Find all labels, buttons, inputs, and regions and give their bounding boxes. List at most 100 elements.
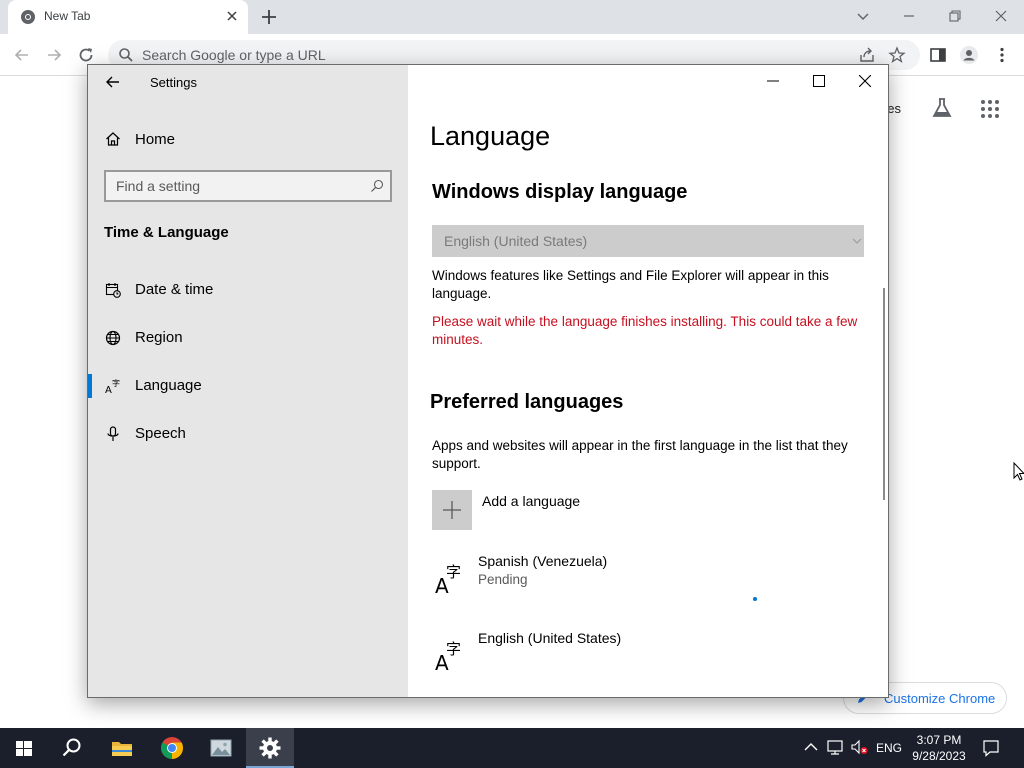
language-icon: A 字 <box>435 640 461 672</box>
nav-language[interactable]: A 字 Language <box>88 368 408 404</box>
svg-text:字: 字 <box>112 378 120 388</box>
maximize-icon <box>813 75 825 87</box>
language-icon: A 字 <box>105 378 120 394</box>
tab-title: New Tab <box>44 9 91 23</box>
profile-icon[interactable] <box>959 45 979 65</box>
display-language-heading: Windows display language <box>432 181 688 203</box>
settings-gear-icon <box>259 737 281 759</box>
back-arrow-icon[interactable] <box>104 73 122 91</box>
omnibox-placeholder: Search Google or type a URL <box>142 47 326 63</box>
language-row-spanish[interactable]: A 字 Spanish (Venezuela) Pending <box>432 553 862 603</box>
calendar-clock-icon <box>105 283 121 298</box>
chrome-tab-strip: New Tab <box>0 0 1024 34</box>
window-maximize-button[interactable] <box>796 65 842 97</box>
add-language-label: Add a language <box>482 493 581 509</box>
nav-language-label: Language <box>135 377 202 394</box>
taskbar-photos[interactable] <box>197 728 245 768</box>
notification-center-icon[interactable] <box>982 739 1000 757</box>
window-close-button[interactable] <box>842 65 888 97</box>
display-language-description: Windows features like Settings and File … <box>432 268 829 301</box>
svg-text:字: 字 <box>446 640 461 658</box>
nav-region-label: Region <box>135 329 183 346</box>
chevron-down-icon <box>852 238 862 244</box>
nav-date-time[interactable]: Date & time <box>88 272 408 308</box>
svg-text:A: A <box>105 385 112 394</box>
more-vert-icon[interactable] <box>992 45 1012 65</box>
settings-content: Language Windows display language Englis… <box>408 65 888 697</box>
nav-date-time-label: Date & time <box>135 281 214 298</box>
start-button[interactable] <box>0 728 48 768</box>
nav-home[interactable]: Home <box>88 125 408 153</box>
browser-minimize-icon[interactable] <box>899 6 919 26</box>
preferred-languages-description: Apps and websites will appear in the fir… <box>432 438 848 471</box>
home-icon <box>106 132 120 146</box>
chrome-favicon-icon <box>21 10 35 24</box>
clock[interactable]: 3:07 PM 9/28/2023 <box>906 732 972 764</box>
new-tab-plus-icon[interactable] <box>260 8 278 26</box>
show-hidden-icons-chevron-up-icon[interactable] <box>802 738 820 756</box>
preferred-languages-heading: Preferred languages <box>430 391 624 413</box>
install-warning: Please wait while the language finishes … <box>432 314 858 347</box>
nav-speech-label: Speech <box>135 425 186 442</box>
selected-indicator <box>88 374 92 398</box>
browser-close-icon[interactable] <box>991 6 1011 26</box>
mouse-pointer-icon <box>1013 462 1024 481</box>
progress-dot <box>753 597 757 601</box>
nav-region[interactable]: Region <box>88 320 408 356</box>
settings-sidebar: Settings Home Time & Language Date <box>88 65 408 697</box>
nav-speech[interactable]: Speech <box>88 416 408 452</box>
globe-icon <box>105 330 121 346</box>
apps-grid-icon[interactable] <box>980 99 1000 119</box>
labs-flask-icon[interactable] <box>931 97 953 119</box>
forward-arrow-icon[interactable] <box>44 45 64 65</box>
page-title: Language <box>430 121 551 151</box>
language-row-english[interactable]: A 字 English (United States) <box>432 630 862 680</box>
chrome-icon <box>161 737 183 759</box>
taskbar-chrome[interactable] <box>148 728 196 768</box>
reload-icon[interactable] <box>76 45 96 65</box>
language-name: Spanish (Venezuela) <box>478 553 608 569</box>
tab-search-chevron-down-icon[interactable] <box>853 6 873 26</box>
section-heading: Time & Language <box>104 224 229 241</box>
display-language-dropdown[interactable]: English (United States) <box>432 225 864 257</box>
windows-start-icon <box>16 741 32 756</box>
scrollbar-thumb[interactable] <box>883 288 885 500</box>
microphone-icon <box>107 426 119 441</box>
browser-restore-icon[interactable] <box>945 6 965 26</box>
taskbar-file-explorer[interactable] <box>98 728 146 768</box>
language-status: Pending <box>478 572 528 587</box>
clock-date: 9/28/2023 <box>912 749 966 763</box>
taskbar: ENG 3:07 PM 9/28/2023 <box>0 728 1024 768</box>
network-icon[interactable] <box>826 738 844 756</box>
input-language[interactable]: ENG <box>876 741 902 755</box>
window-title: Settings <box>150 75 197 90</box>
minimize-icon <box>767 80 779 82</box>
search-icon <box>119 48 133 62</box>
taskbar-settings[interactable] <box>246 728 294 768</box>
customize-chrome-label: Customize Chrome <box>884 691 996 706</box>
volume-muted-icon[interactable] <box>850 738 868 756</box>
display-language-value: English (United States) <box>444 233 588 249</box>
side-panel-icon[interactable] <box>928 45 948 65</box>
taskbar-search-button[interactable] <box>48 728 96 768</box>
tab-new-tab[interactable]: New Tab <box>8 0 248 34</box>
close-tab-icon[interactable] <box>224 8 240 24</box>
find-setting-box[interactable] <box>104 170 392 202</box>
language-name: English (United States) <box>478 630 622 646</box>
bookmark-star-icon[interactable] <box>888 46 906 64</box>
settings-window: Settings Home Time & Language Date <box>87 64 889 698</box>
add-language-tile <box>432 490 472 530</box>
nav-home-label: Home <box>135 131 176 148</box>
add-language-button[interactable]: Add a language <box>432 490 632 530</box>
window-minimize-button[interactable] <box>750 65 796 97</box>
svg-text:字: 字 <box>446 563 461 581</box>
share-icon[interactable] <box>858 46 876 64</box>
close-icon <box>859 75 871 87</box>
file-explorer-icon <box>112 742 132 756</box>
clock-time: 3:07 PM <box>916 733 962 747</box>
search-icon[interactable] <box>370 179 384 193</box>
find-setting-input[interactable] <box>106 172 360 200</box>
plus-icon <box>443 501 461 519</box>
search-icon <box>62 738 81 757</box>
back-arrow-icon[interactable] <box>12 45 32 65</box>
